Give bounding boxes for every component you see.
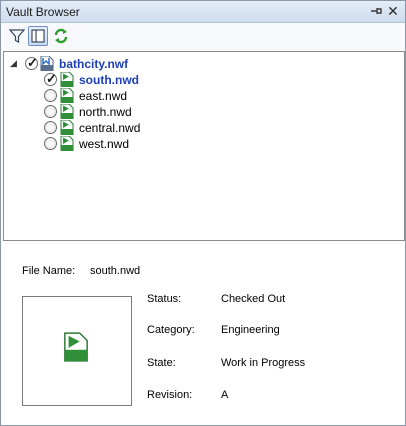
nwd-file-icon (60, 119, 74, 136)
tree-node-label: south.nwd (79, 73, 139, 87)
child-checkbox[interactable] (44, 121, 57, 134)
status-label: Status: (147, 293, 182, 305)
window-title: Vault Browser (6, 5, 80, 19)
file-name-label: File Name: (22, 265, 76, 277)
nwf-file-icon (40, 55, 54, 72)
child-checkbox[interactable] (44, 71, 57, 87)
collapse-arrow-icon[interactable]: ◢ (10, 59, 19, 68)
nwd-file-icon (60, 135, 74, 152)
revision-label: Revision: (147, 389, 193, 401)
title-bar: Vault Browser ✕ (1, 1, 405, 23)
tree-node-child[interactable]: west.nwd (4, 135, 399, 152)
nwd-file-icon (60, 87, 74, 104)
tree-node-label: west.nwd (79, 137, 130, 151)
tree-node-child[interactable]: east.nwd (4, 87, 399, 104)
panel-layout-icon (31, 29, 45, 43)
tree-node-label: bathcity.nwf (59, 57, 129, 71)
tree-node-child[interactable]: north.nwd (4, 103, 399, 120)
category-label: Category: (147, 324, 195, 336)
file-name-value: south.nwd (90, 265, 141, 277)
tree-node-child[interactable]: south.nwd (4, 71, 399, 88)
nwd-file-icon (60, 71, 74, 88)
details-pane: File Name: south.nwd Status: Checked Out… (1, 241, 405, 425)
tree-node-label: north.nwd (79, 105, 132, 119)
file-tree[interactable]: ◢ bathcity.nwf south.nwd (3, 51, 405, 241)
filter-button[interactable] (7, 26, 27, 46)
tree-node-label: east.nwd (79, 89, 128, 103)
state-label: State: (147, 357, 176, 369)
status-value: Checked Out (221, 293, 286, 305)
revision-value: A (221, 389, 229, 401)
child-checkbox[interactable] (44, 137, 57, 150)
file-preview (22, 296, 132, 406)
nwd-preview-icon (64, 332, 88, 362)
pin-icon[interactable] (369, 5, 383, 18)
close-icon[interactable]: ✕ (385, 3, 401, 19)
refresh-icon (54, 28, 68, 44)
vault-browser-panel: Vault Browser ✕ ◢ ✓ bathcity.nwf ✓ south… (0, 0, 406, 426)
filter-icon (8, 29, 26, 43)
tree-node-label: central.nwd (79, 121, 141, 135)
refresh-button[interactable] (51, 26, 71, 46)
toggle-panel-button[interactable] (28, 26, 48, 46)
toolbar (1, 23, 405, 50)
state-value: Work in Progress (221, 357, 306, 369)
category-value: Engineering (221, 324, 280, 336)
child-checkbox[interactable] (44, 89, 57, 102)
child-checkbox[interactable] (44, 105, 57, 118)
nwd-file-icon (60, 103, 74, 120)
root-checkbox[interactable] (25, 55, 38, 71)
tree-node-child[interactable]: central.nwd (4, 119, 399, 136)
tree-node-root[interactable]: ◢ bathcity.nwf (4, 55, 399, 72)
